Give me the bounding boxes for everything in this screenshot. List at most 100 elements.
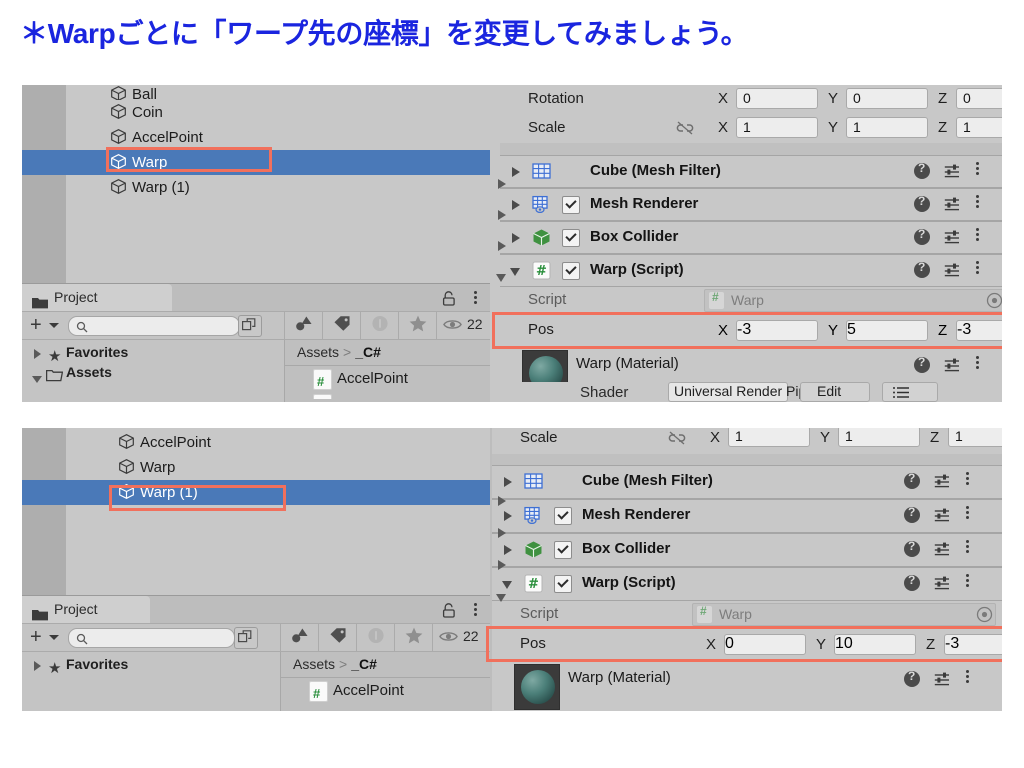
add-asset-button[interactable]: +: [30, 626, 42, 648]
scale-y-field[interactable]: 1: [846, 117, 928, 138]
component-enabled-checkbox[interactable]: [562, 229, 580, 247]
info-button[interactable]: [356, 624, 395, 651]
hierarchy-item-warp-1[interactable]: Warp (1): [22, 480, 490, 505]
help-icon[interactable]: [904, 505, 920, 528]
scale-z-field[interactable]: 1: [956, 117, 1002, 138]
shader-dropdown[interactable]: Universal Render Pipel: [668, 382, 817, 402]
script-object-field[interactable]: # Warp: [692, 603, 996, 626]
preset-icon[interactable]: [934, 575, 950, 596]
shader-edit-button[interactable]: Edit: [800, 382, 870, 402]
chevron-right-icon[interactable]: [34, 349, 41, 359]
filter-by-label-button[interactable]: [322, 312, 361, 339]
component-box-collider[interactable]: Box Collider: [500, 221, 1002, 254]
search-input[interactable]: [68, 628, 235, 648]
component-enabled-checkbox[interactable]: [554, 541, 572, 559]
component-menu-icon[interactable]: [976, 356, 980, 376]
scale-z-field[interactable]: 1: [948, 428, 1002, 447]
object-picker-icon[interactable]: [986, 292, 1002, 314]
component-menu-icon[interactable]: [966, 540, 970, 560]
hierarchy-item-warp[interactable]: Warp: [22, 150, 490, 175]
foldout-arrow-1[interactable]: [490, 488, 516, 514]
preset-icon[interactable]: [944, 262, 960, 283]
visible-count-button[interactable]: 22: [432, 624, 491, 651]
object-picker-icon[interactable]: [976, 606, 993, 628]
help-icon[interactable]: [914, 161, 930, 184]
visible-count-button[interactable]: 22: [436, 312, 491, 339]
foldout-arrow-1[interactable]: [490, 171, 516, 197]
chevron-down-icon[interactable]: [32, 376, 42, 383]
component-menu-icon[interactable]: [966, 670, 970, 690]
filter-by-type-button[interactable]: [280, 624, 319, 651]
rotation-y-field[interactable]: 0: [846, 88, 928, 109]
component-mesh-renderer[interactable]: Mesh Renderer: [492, 499, 1002, 533]
hierarchy-item-warp-1[interactable]: Warp (1): [22, 175, 490, 200]
help-icon[interactable]: [904, 539, 920, 562]
component-menu-icon[interactable]: [966, 506, 970, 526]
component-menu-icon[interactable]: [976, 228, 980, 248]
hierarchy-item-ball[interactable]: Ball: [22, 85, 490, 100]
filter-by-type-button[interactable]: [284, 312, 323, 339]
pos-z-field[interactable]: -3: [956, 320, 1002, 341]
scale-x-field[interactable]: 1: [736, 117, 818, 138]
add-asset-button[interactable]: +: [30, 314, 42, 336]
foldout-arrow-2[interactable]: [490, 520, 516, 546]
scale-x-field[interactable]: 1: [728, 428, 810, 447]
component-menu-icon[interactable]: [976, 261, 980, 281]
help-icon[interactable]: [904, 669, 920, 692]
chevron-down-icon[interactable]: [49, 323, 59, 328]
preset-icon[interactable]: [944, 229, 960, 250]
file-item-accelpoint[interactable]: # AccelPoint: [281, 678, 490, 703]
rotation-z-field[interactable]: 0: [956, 88, 1002, 109]
foldout-arrow-4[interactable]: [490, 584, 516, 610]
hierarchy-item-warp[interactable]: Warp: [22, 455, 490, 480]
component-cube-mesh-filter[interactable]: Cube (Mesh Filter): [492, 465, 1002, 499]
component-mesh-renderer[interactable]: Mesh Renderer: [500, 188, 1002, 221]
component-menu-icon[interactable]: [976, 162, 980, 182]
help-icon[interactable]: [904, 573, 920, 596]
preset-icon[interactable]: [944, 196, 960, 217]
link-broken-icon[interactable]: [668, 431, 686, 448]
component-menu-icon[interactable]: [966, 472, 970, 492]
project-tree-assets[interactable]: Assets: [22, 365, 284, 383]
foldout-arrow-2[interactable]: [490, 202, 516, 228]
expand-search-button[interactable]: [238, 315, 262, 337]
pos-x-field[interactable]: -3: [736, 320, 818, 341]
foldout-arrow-4[interactable]: [490, 264, 516, 290]
component-cube-mesh-filter[interactable]: Cube (Mesh Filter): [500, 155, 1002, 188]
preset-icon[interactable]: [934, 507, 950, 528]
filter-by-label-button[interactable]: [318, 624, 357, 651]
shader-options-button[interactable]: [882, 382, 938, 402]
link-broken-icon[interactable]: [676, 121, 694, 138]
component-enabled-checkbox[interactable]: [562, 262, 580, 280]
preset-icon[interactable]: [944, 357, 960, 378]
component-enabled-checkbox[interactable]: [562, 196, 580, 214]
component-warp-script[interactable]: # Warp (Script): [500, 254, 1002, 287]
help-icon[interactable]: [914, 260, 930, 283]
project-tree-favorites[interactable]: ★ Favorites: [22, 652, 280, 677]
file-item-partial[interactable]: #: [285, 391, 490, 399]
project-tree-favorites[interactable]: ★ Favorites: [22, 340, 284, 365]
breadcrumb-root[interactable]: Assets: [297, 344, 339, 360]
foldout-arrow-3[interactable]: [490, 233, 516, 259]
component-menu-icon[interactable]: [966, 574, 970, 594]
file-item-accelpoint[interactable]: # AccelPoint: [285, 366, 490, 391]
help-icon[interactable]: [914, 227, 930, 250]
component-enabled-checkbox[interactable]: [554, 507, 572, 525]
material-header-row[interactable]: Warp (Material): [492, 661, 1002, 710]
hierarchy-item-accelpoint[interactable]: AccelPoint: [22, 430, 490, 455]
info-button[interactable]: [360, 312, 399, 339]
script-object-field[interactable]: # Warp: [704, 289, 1002, 312]
search-input[interactable]: [68, 316, 240, 336]
expand-search-button[interactable]: [234, 627, 258, 649]
hierarchy-item-accelpoint[interactable]: AccelPoint: [22, 125, 490, 150]
pos-x-field[interactable]: 0: [724, 634, 806, 655]
material-header-row[interactable]: Warp (Material): [500, 347, 1002, 396]
pos-y-field[interactable]: 5: [846, 320, 928, 341]
chevron-right-icon[interactable]: [34, 661, 41, 671]
favorites-filter-button[interactable]: [398, 312, 437, 339]
pos-z-field[interactable]: -3: [944, 634, 1002, 655]
foldout-arrow-3[interactable]: [490, 552, 516, 578]
preset-icon[interactable]: [944, 163, 960, 184]
component-enabled-checkbox[interactable]: [554, 575, 572, 593]
chevron-down-icon[interactable]: [49, 635, 59, 640]
